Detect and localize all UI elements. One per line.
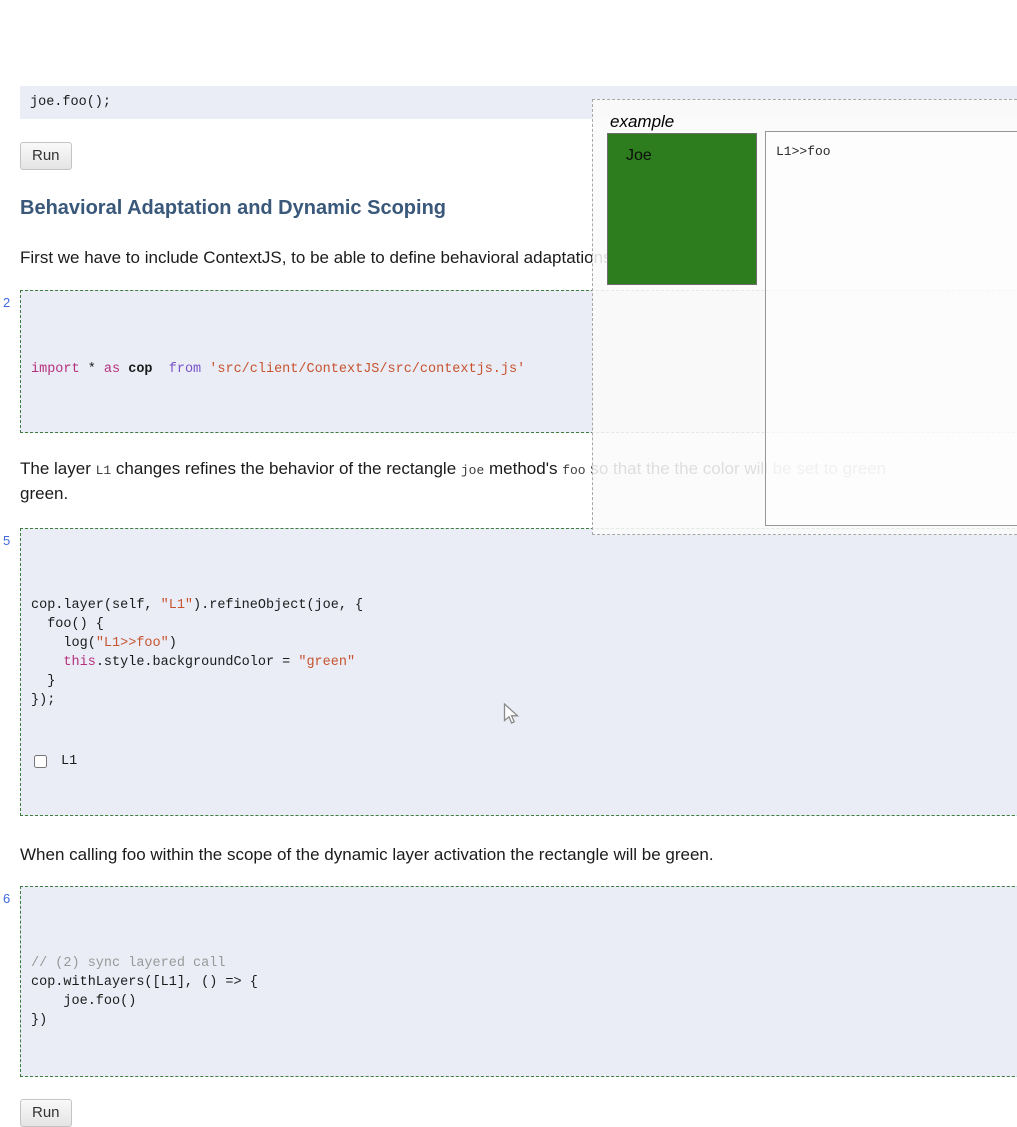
layer-l1-label: L1	[61, 753, 78, 769]
code-lines: cop.layer(self, "L1").refineObject(joe, …	[31, 598, 364, 708]
code-text: joe.foo();	[30, 95, 112, 110]
line-number: 6	[3, 891, 11, 906]
example-window: example Joe L1>>foo	[592, 99, 1017, 535]
run-button[interactable]: Run	[20, 1099, 72, 1127]
mouse-cursor-icon	[503, 703, 520, 724]
line-number: 2	[3, 295, 11, 310]
paragraph-when-calling-foo: When calling foo within the scope of the…	[20, 845, 714, 864]
example-window-title: example	[610, 112, 675, 131]
run-button[interactable]: Run	[20, 142, 72, 170]
code-cell-with-layers[interactable]: 6 // (2) sync layered call cop.withLayers…	[3, 886, 1017, 1077]
joe-rectangle[interactable]: Joe	[607, 133, 757, 285]
code-lines: // (2) sync layered call cop.withLayers([…	[31, 956, 258, 1028]
line-number: 5	[3, 533, 11, 548]
layer-l1-checkbox[interactable]	[34, 754, 47, 768]
code-cell-refine-object[interactable]: 5 cop.layer(self, "L1").refineObject(joe…	[3, 528, 1017, 816]
log-output-panel: L1>>foo	[765, 131, 1017, 526]
layer-toggle-row: L1	[31, 751, 1017, 771]
paragraph-line2: green.	[20, 484, 69, 503]
